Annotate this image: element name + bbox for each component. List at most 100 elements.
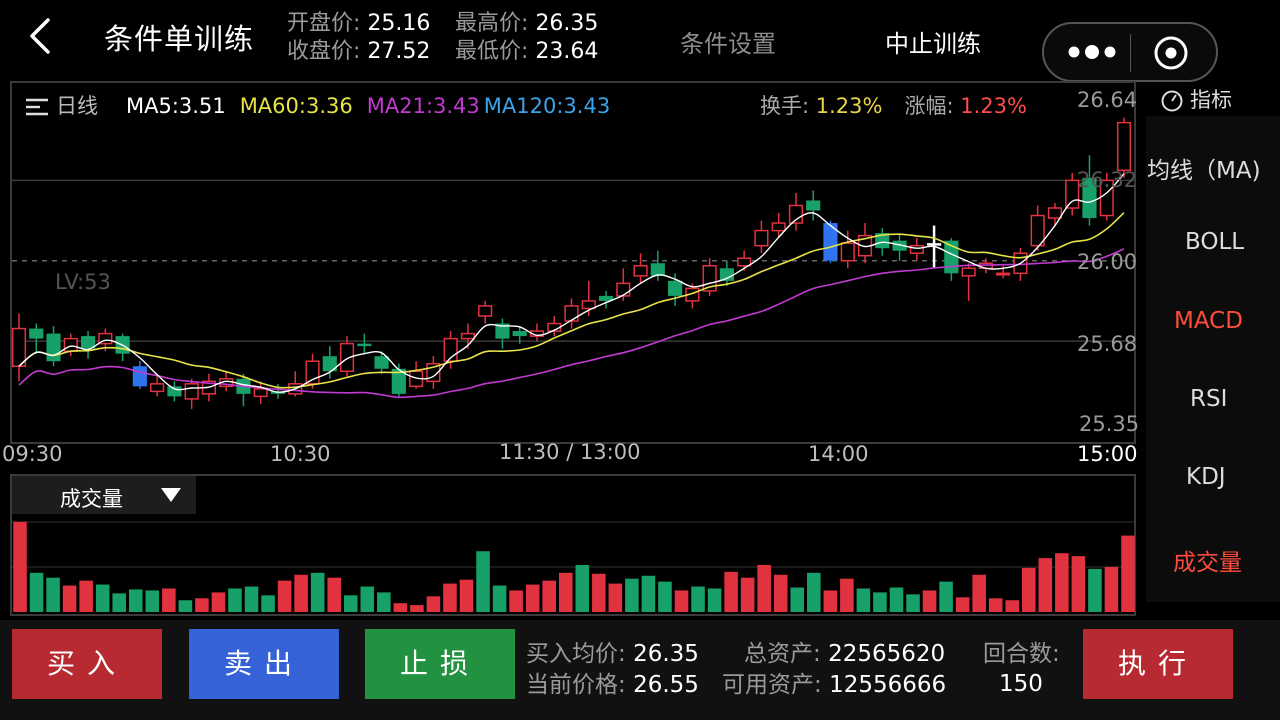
- indicator-boll[interactable]: BOLL: [1185, 229, 1244, 255]
- indicator-rsi[interactable]: RSI: [1190, 386, 1227, 412]
- volume-bar: [707, 588, 722, 612]
- volume-bar: [773, 574, 788, 612]
- indicators-header[interactable]: 指标: [1160, 84, 1232, 114]
- volume-bar: [740, 577, 755, 612]
- execute-button[interactable]: 执行: [1083, 629, 1233, 699]
- rounds-value: 150: [999, 671, 1043, 697]
- indicator-ma[interactable]: 均线（MA): [1147, 151, 1261, 185]
- volume-bar: [29, 572, 44, 612]
- volume-bar: [62, 585, 77, 612]
- volume-bar: [988, 598, 1003, 612]
- volume-bar: [1071, 556, 1086, 612]
- indicators-title: 指标: [1190, 88, 1232, 112]
- volume-bar: [459, 579, 474, 612]
- available-assets-value: 12556666: [829, 672, 947, 698]
- volume-bar: [658, 581, 672, 612]
- volume-bar: [13, 521, 27, 612]
- volume-bar: [955, 597, 970, 612]
- volume-bar: [1121, 535, 1135, 612]
- volume-bar: [691, 586, 705, 612]
- current-price: 当前价格: 26.55: [526, 672, 699, 698]
- volume-bar: [939, 581, 953, 612]
- indicator-macd[interactable]: MACD: [1174, 308, 1243, 334]
- avg-buy-label: 买入均价: [526, 641, 618, 667]
- volume-bar: [228, 588, 242, 612]
- volume-bar: [724, 571, 738, 612]
- volume-bar: [1005, 600, 1020, 612]
- volume-bar: [343, 595, 358, 612]
- volume-bar: [443, 583, 457, 612]
- volume-bar: [509, 590, 523, 612]
- volume-bar: [145, 590, 160, 612]
- volume-bar: [641, 575, 656, 612]
- caret-down-icon: [161, 488, 181, 502]
- volume-bar: [211, 592, 226, 612]
- volume-bar: [112, 593, 127, 612]
- volume-bar: [840, 578, 854, 612]
- volume-bar: [1038, 558, 1053, 612]
- volume-bar: [1055, 553, 1069, 612]
- volume-bar: [823, 590, 838, 612]
- volume-tab-label: 成交量: [60, 487, 123, 511]
- volume-bar: [625, 578, 639, 612]
- volume-bar: [310, 572, 325, 612]
- volume-bar: [1104, 566, 1119, 612]
- volume-bar: [972, 574, 986, 612]
- indicator-kdj[interactable]: KDJ: [1186, 464, 1226, 490]
- volume-bar: [79, 580, 93, 612]
- volume-bar: [393, 603, 408, 612]
- current-price-value: 26.55: [633, 672, 699, 698]
- volume-bar: [542, 580, 556, 612]
- volume-bar: [277, 580, 292, 612]
- indicators-panel: [1146, 116, 1280, 602]
- volume-bar: [608, 583, 623, 612]
- volume-bar: [592, 573, 606, 612]
- volume-bar: [178, 600, 193, 612]
- volume-bar: [922, 590, 937, 612]
- total-assets: 总资产: 22565620: [744, 641, 946, 667]
- volume-bar: [906, 594, 920, 612]
- volume-bar: [360, 586, 375, 612]
- volume-bar: [1088, 568, 1102, 612]
- volume-bar: [1021, 567, 1036, 612]
- volume-dropdown[interactable]: 成交量: [12, 476, 196, 514]
- volume-bar: [377, 592, 391, 612]
- buy-button[interactable]: 买入: [12, 629, 162, 699]
- volume-bar: [757, 564, 771, 612]
- rounds-label: 回合数:: [983, 641, 1060, 667]
- volume-bar: [294, 574, 308, 612]
- volume-bar: [195, 598, 209, 612]
- volume-bar: [95, 584, 110, 612]
- volume-bar: [492, 585, 507, 612]
- volume-chart[interactable]: [0, 0, 1280, 720]
- volume-bar: [856, 588, 871, 612]
- volume-bar: [46, 577, 60, 612]
- sell-button[interactable]: 卖出: [189, 629, 339, 699]
- volume-bar: [889, 587, 904, 612]
- volume-bar: [525, 584, 540, 612]
- volume-bar: [426, 596, 441, 612]
- volume-bar: [244, 586, 259, 612]
- volume-bar: [128, 589, 143, 612]
- avg-buy-price: 买入均价: 26.35: [526, 641, 699, 667]
- current-price-label: 当前价格: [526, 672, 618, 698]
- volume-bar: [575, 564, 590, 612]
- volume-bar: [162, 588, 176, 612]
- total-assets-value: 22565620: [828, 641, 946, 667]
- available-assets-label: 可用资产: [722, 672, 814, 698]
- total-assets-label: 总资产: [744, 641, 813, 667]
- volume-bar: [327, 577, 341, 612]
- volume-bar: [873, 592, 887, 612]
- volume-bar: [674, 590, 689, 612]
- avg-buy-value: 26.35: [633, 641, 699, 667]
- gauge-icon: [1161, 90, 1183, 112]
- volume-bar: [261, 595, 275, 612]
- stop-loss-button[interactable]: 止损: [365, 629, 515, 699]
- volume-bar: [410, 605, 424, 612]
- indicator-volume[interactable]: 成交量: [1173, 543, 1242, 577]
- volume-bar: [807, 572, 821, 612]
- available-assets: 可用资产: 12556666: [722, 672, 947, 698]
- volume-bar: [790, 587, 805, 612]
- volume-bar: [476, 551, 490, 612]
- volume-bar: [558, 572, 573, 612]
